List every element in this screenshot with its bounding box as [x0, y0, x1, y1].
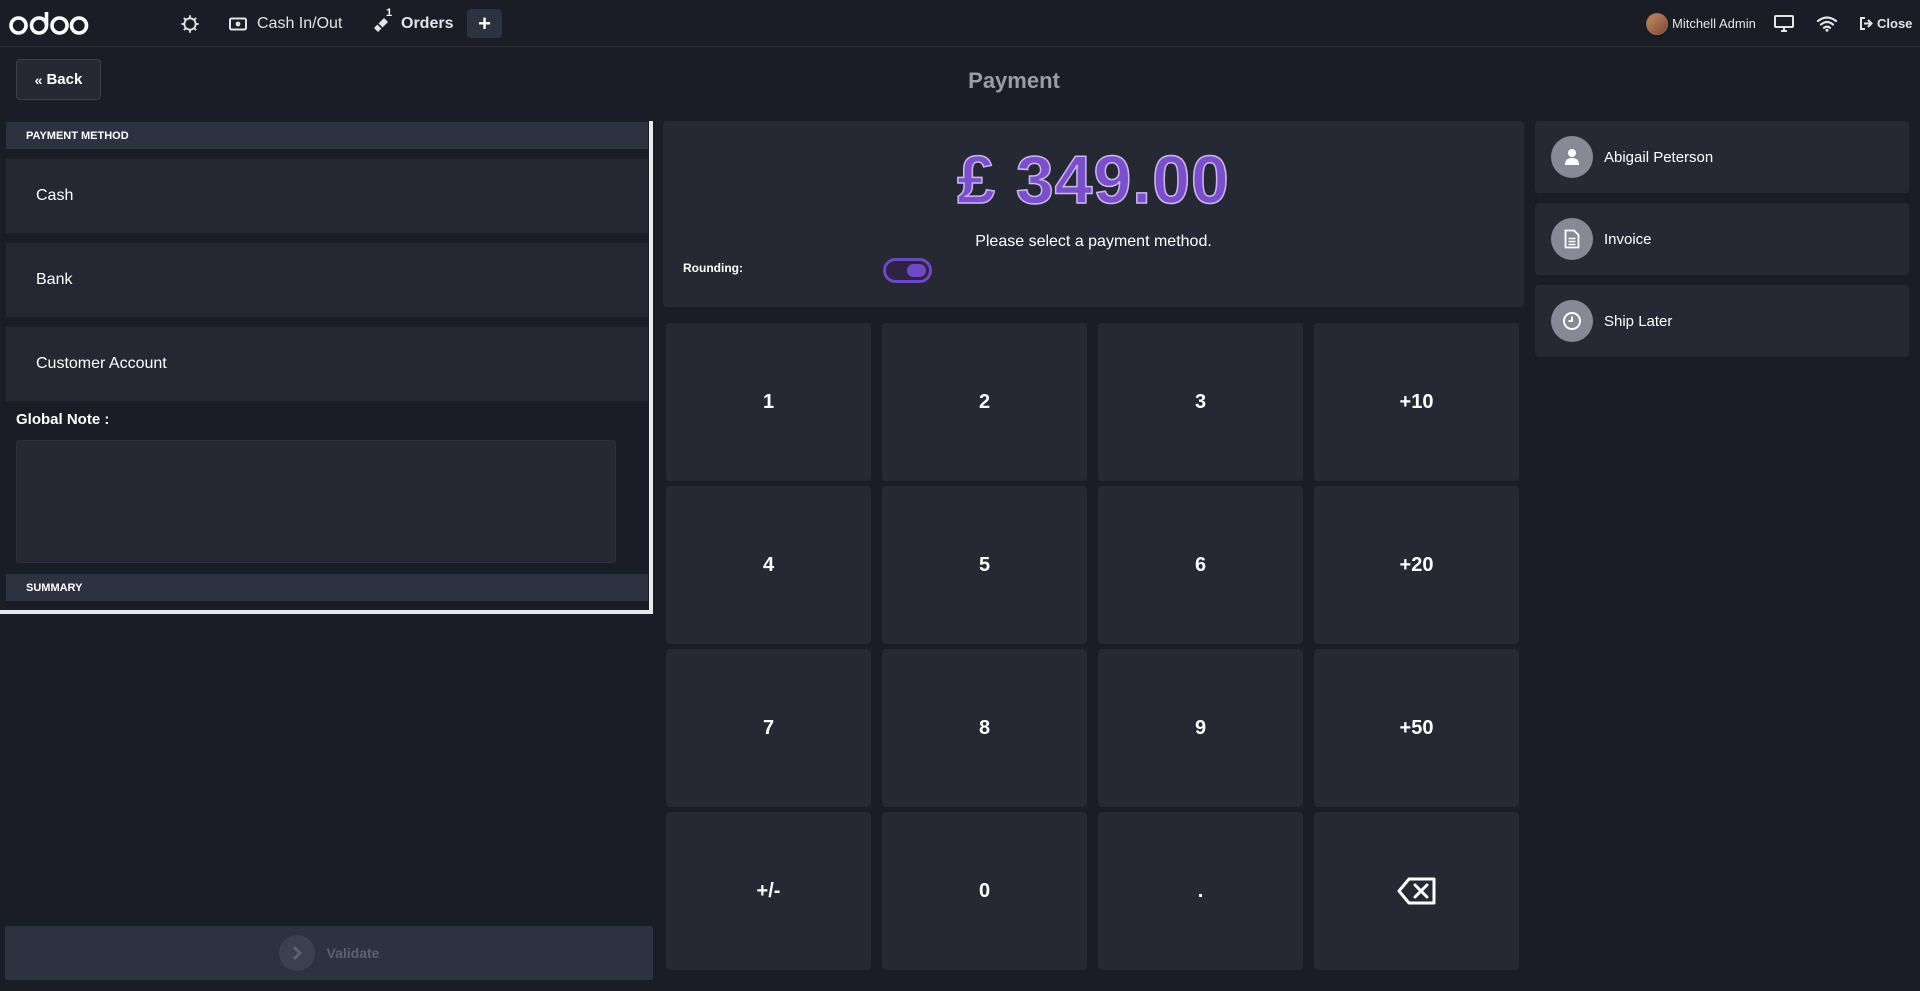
- global-note-field[interactable]: [16, 440, 616, 563]
- orders-count-badge: 1: [386, 6, 393, 19]
- numpad-key-sign[interactable]: +/-: [666, 812, 871, 970]
- numpad-key-plus-10[interactable]: +10: [1314, 323, 1519, 481]
- backspace-icon: [1397, 877, 1435, 905]
- invoice-button[interactable]: Invoice: [1535, 203, 1909, 275]
- plus-icon: +: [478, 10, 491, 36]
- close-button[interactable]: Close: [1859, 0, 1912, 47]
- numpad-key-8[interactable]: 8: [882, 649, 1087, 807]
- monitor-icon: [1774, 15, 1794, 32]
- wifi-icon: [1816, 16, 1838, 32]
- settings-button[interactable]: [178, 0, 202, 47]
- payment-method-customer-account[interactable]: Customer Account: [6, 327, 648, 401]
- orders-label: Orders: [401, 14, 454, 32]
- ticket-icon: 1: [371, 7, 393, 35]
- payment-status-message: Please select a payment method.: [975, 233, 1212, 250]
- toggle-knob: [907, 264, 926, 277]
- new-order-button[interactable]: +: [467, 9, 502, 38]
- validate-label: Validate: [326, 945, 380, 961]
- invoice-label: Invoice: [1604, 230, 1652, 248]
- customer-button[interactable]: Abigail Peterson: [1535, 121, 1909, 193]
- global-note-label: Global Note :: [16, 411, 110, 428]
- ship-later-button[interactable]: Ship Later: [1535, 285, 1909, 357]
- summary-header: SUMMARY: [6, 574, 648, 601]
- odoo-logo: [9, 12, 89, 35]
- payment-method-bank[interactable]: Bank: [6, 243, 648, 317]
- sign-out-icon: [1860, 17, 1873, 30]
- gear-icon: [181, 14, 199, 33]
- person-icon: [1551, 136, 1593, 178]
- numpad-key-3[interactable]: 3: [1098, 323, 1303, 481]
- user-menu[interactable]: Mitchell Admin: [1646, 0, 1756, 47]
- validate-button[interactable]: Validate: [5, 926, 653, 980]
- numpad-key-0[interactable]: 0: [882, 812, 1087, 970]
- numpad-key-plus-50[interactable]: +50: [1314, 649, 1519, 807]
- payment-method-header: PAYMENT METHOD: [6, 122, 648, 149]
- numpad-key-5[interactable]: 5: [882, 486, 1087, 644]
- payment-method-label: Cash: [36, 187, 74, 204]
- file-icon: [1551, 218, 1593, 260]
- chevron-right-icon: [278, 935, 315, 971]
- page-title-text: Payment: [968, 68, 1060, 93]
- payment-method-label: Customer Account: [36, 355, 167, 372]
- payment-summary-card: £ 349.00 Please select a payment method.…: [663, 121, 1524, 307]
- numpad-key-4[interactable]: 4: [666, 486, 871, 644]
- total-amount: £ 349.00: [956, 141, 1230, 219]
- customer-display-button[interactable]: [1774, 0, 1794, 47]
- numpad-key-plus-20[interactable]: +20: [1314, 486, 1519, 644]
- money-icon: [229, 17, 247, 30]
- connection-status-button[interactable]: [1816, 0, 1838, 47]
- clock-icon: [1551, 300, 1593, 342]
- payment-method-cash[interactable]: Cash: [6, 159, 648, 233]
- numpad-key-6[interactable]: 6: [1098, 486, 1303, 644]
- numpad-key-9[interactable]: 9: [1098, 649, 1303, 807]
- top-navbar: Cash In/Out 1 Orders + Mitchell Admin Cl…: [0, 0, 1920, 47]
- user-name: Mitchell Admin: [1672, 16, 1756, 31]
- numpad-key-7[interactable]: 7: [666, 649, 871, 807]
- page-title: Payment: [0, 68, 1920, 94]
- avatar: [1646, 12, 1668, 35]
- numpad-key-2[interactable]: 2: [882, 323, 1087, 481]
- close-label: Close: [1877, 16, 1913, 31]
- payment-method-label: Bank: [36, 271, 73, 288]
- cash-in-out-button[interactable]: Cash In/Out: [229, 0, 342, 47]
- rounding-toggle[interactable]: [883, 258, 932, 283]
- numpad-key-backspace[interactable]: [1314, 812, 1519, 970]
- customer-name: Abigail Peterson: [1604, 148, 1714, 166]
- numpad-key-decimal[interactable]: .: [1098, 812, 1303, 970]
- orders-button[interactable]: 1 Orders: [371, 0, 453, 47]
- numpad-key-1[interactable]: 1: [666, 323, 871, 481]
- ship-later-label: Ship Later: [1604, 312, 1673, 330]
- cash-in-out-label: Cash In/Out: [257, 14, 343, 32]
- rounding-label: Rounding:: [683, 261, 743, 275]
